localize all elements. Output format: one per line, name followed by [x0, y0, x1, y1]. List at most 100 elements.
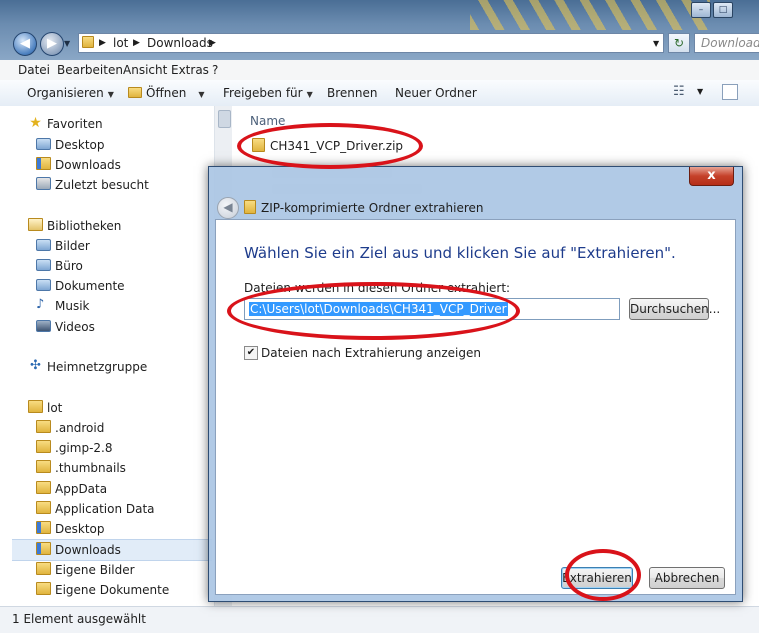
nav-item-bilder[interactable]: Bilder	[0, 236, 214, 256]
browse-button[interactable]: Durchsuchen...	[629, 298, 720, 320]
nav-label: Videos	[55, 320, 95, 334]
nav-label: Bibliotheken	[47, 219, 122, 233]
nav-label: .gimp-2.8	[55, 441, 113, 455]
dialog-body: Wählen Sie ein Ziel aus und klicken Sie …	[215, 219, 736, 595]
folder-icon	[36, 440, 51, 453]
star-icon: ★	[29, 115, 42, 131]
libraries-icon	[28, 218, 43, 231]
cancel-button[interactable]: Abbrechen	[649, 567, 725, 589]
command-bar: Organisieren ▼ Öffnen ▼ Freigeben für ▼ Bre…	[0, 80, 759, 107]
navigation-pane: ★ Favoriten Desktop Downloads Zuletzt be…	[0, 106, 214, 606]
nav-item-desktop-user[interactable]: Desktop	[0, 519, 214, 539]
nav-item-application-data[interactable]: Application Data	[0, 499, 214, 519]
nav-label: Bilder	[55, 239, 90, 253]
nav-item-thumbnails[interactable]: .thumbnails	[0, 458, 214, 478]
homegroup-icon: ✣	[30, 358, 41, 373]
nav-item-recent[interactable]: Zuletzt besucht	[0, 175, 214, 195]
menu-bar: Datei Bearbeiten Ansicht Extras ?	[0, 60, 759, 81]
show-files-checkbox[interactable]: ✔	[244, 346, 258, 360]
annotation-ellipse-path	[227, 282, 520, 340]
history-dropdown-icon[interactable]: ▼	[64, 39, 70, 48]
open-button[interactable]: Öffnen ▼	[128, 86, 204, 100]
chevron-down-icon: ▼	[198, 90, 205, 99]
breadcrumb-lot[interactable]: lot	[113, 36, 128, 50]
refresh-icon[interactable]: ↻	[668, 33, 690, 53]
nav-label: Büro	[55, 259, 83, 273]
share-button[interactable]: Freigeben für ▼	[223, 86, 313, 100]
nav-label: Zuletzt besucht	[55, 178, 149, 192]
nav-homegroup[interactable]: ✣ Heimnetzgruppe	[0, 357, 214, 377]
nav-item-musik[interactable]: ♪ Musik	[0, 296, 214, 316]
menu-datei[interactable]: Datei	[18, 63, 50, 77]
nav-libraries[interactable]: Bibliotheken	[0, 216, 214, 236]
search-input[interactable]: Downloads d	[694, 33, 759, 53]
recent-places-icon	[36, 177, 51, 190]
desktop-folder-icon	[36, 521, 51, 534]
forward-arrow-icon[interactable]: ▶	[40, 32, 64, 56]
nav-favorites[interactable]: ★ Favoriten	[0, 114, 214, 134]
nav-item-appdata[interactable]: AppData	[0, 479, 214, 499]
nav-user-lot[interactable]: lot	[0, 398, 214, 418]
chevron-down-icon[interactable]: ▼	[697, 87, 703, 96]
nav-label: Downloads	[55, 543, 121, 557]
video-library-icon	[36, 320, 51, 332]
nav-item-downloads-fav[interactable]: Downloads	[0, 155, 214, 175]
organize-button[interactable]: Organisieren ▼	[27, 86, 114, 100]
dialog-title: ZIP-komprimierte Ordner extrahieren	[261, 201, 484, 215]
menu-bearbeiten[interactable]: Bearbeiten	[57, 63, 123, 77]
maximize-button[interactable]: □	[713, 2, 733, 18]
open-folder-icon	[128, 87, 142, 98]
preview-pane-icon[interactable]	[722, 84, 738, 100]
desktop-icon	[36, 138, 51, 150]
user-folder-icon	[28, 400, 43, 413]
address-dropdown-icon[interactable]: ▼	[653, 39, 659, 48]
burn-button[interactable]: Brennen	[327, 86, 377, 100]
nav-item-gimp[interactable]: .gimp-2.8	[0, 438, 214, 458]
nav-label: lot	[47, 401, 63, 415]
nav-item-eigene-dokumente[interactable]: Eigene Dokumente	[0, 580, 214, 600]
back-arrow-icon[interactable]: ◀	[217, 197, 239, 219]
menu-ansicht[interactable]: Ansicht	[123, 63, 167, 77]
organize-label: Organisieren	[27, 86, 104, 100]
nav-label: Dokumente	[55, 279, 125, 293]
nav-label: Heimnetzgruppe	[47, 360, 148, 374]
dialog-title-row: ◀ ZIP-komprimierte Ordner extrahieren	[215, 197, 735, 219]
pictures-library-icon	[36, 239, 51, 251]
chevron-down-icon: ▼	[306, 90, 313, 99]
breadcrumb-separator-icon[interactable]: ▶	[209, 38, 216, 48]
nav-item-dokumente[interactable]: Dokumente	[0, 276, 214, 296]
menu-extras[interactable]: Extras	[171, 63, 209, 77]
nav-label: Eigene Bilder	[55, 563, 135, 577]
new-folder-button[interactable]: Neuer Ordner	[395, 86, 477, 100]
minimize-button[interactable]: –	[691, 2, 711, 18]
status-text: 1 Element ausgewählt	[12, 612, 146, 626]
view-options-icon[interactable]: ☷	[673, 84, 685, 99]
annotation-ellipse-extract	[565, 549, 641, 601]
nav-label: Desktop	[55, 522, 105, 536]
address-bar[interactable]: ▶ lot ▶ Downloads ▶ ▼	[78, 33, 664, 53]
breadcrumb-downloads[interactable]: Downloads	[147, 36, 213, 50]
nav-label: Eigene Dokumente	[55, 583, 170, 597]
chevron-down-icon: ▼	[107, 90, 114, 99]
folder-shortcut-icon	[36, 582, 51, 595]
nav-item-eigene-bilder[interactable]: Eigene Bilder	[0, 560, 214, 580]
nav-item-desktop[interactable]: Desktop	[0, 135, 214, 155]
back-arrow-icon[interactable]: ◀	[13, 32, 37, 56]
breadcrumb-separator-icon[interactable]: ▶	[133, 38, 140, 48]
folder-icon	[82, 36, 94, 48]
extract-dialog: x ◀ ZIP-komprimierte Ordner extrahieren …	[208, 166, 743, 602]
open-label: Öffnen	[146, 86, 187, 100]
breadcrumb-separator-icon[interactable]: ▶	[99, 38, 106, 48]
folder-icon	[36, 420, 51, 433]
office-library-icon	[36, 259, 51, 271]
nav-item-android[interactable]: .android	[0, 418, 214, 438]
scrollbar-thumb[interactable]	[218, 110, 231, 128]
nav-item-videos[interactable]: Videos	[0, 317, 214, 337]
nav-item-buero[interactable]: Büro	[0, 256, 214, 276]
desktop-wallpaper-fragment	[470, 0, 710, 30]
close-button[interactable]: x	[689, 167, 734, 186]
annotation-ellipse-file	[237, 123, 423, 169]
menu-help[interactable]: ?	[212, 63, 218, 77]
navigation-bar: ◀ ▶ ▼ ▶ lot ▶ Downloads ▶ ▼ ↻ Downloads …	[0, 28, 759, 58]
nav-item-downloads-selected[interactable]: Downloads	[12, 539, 212, 561]
